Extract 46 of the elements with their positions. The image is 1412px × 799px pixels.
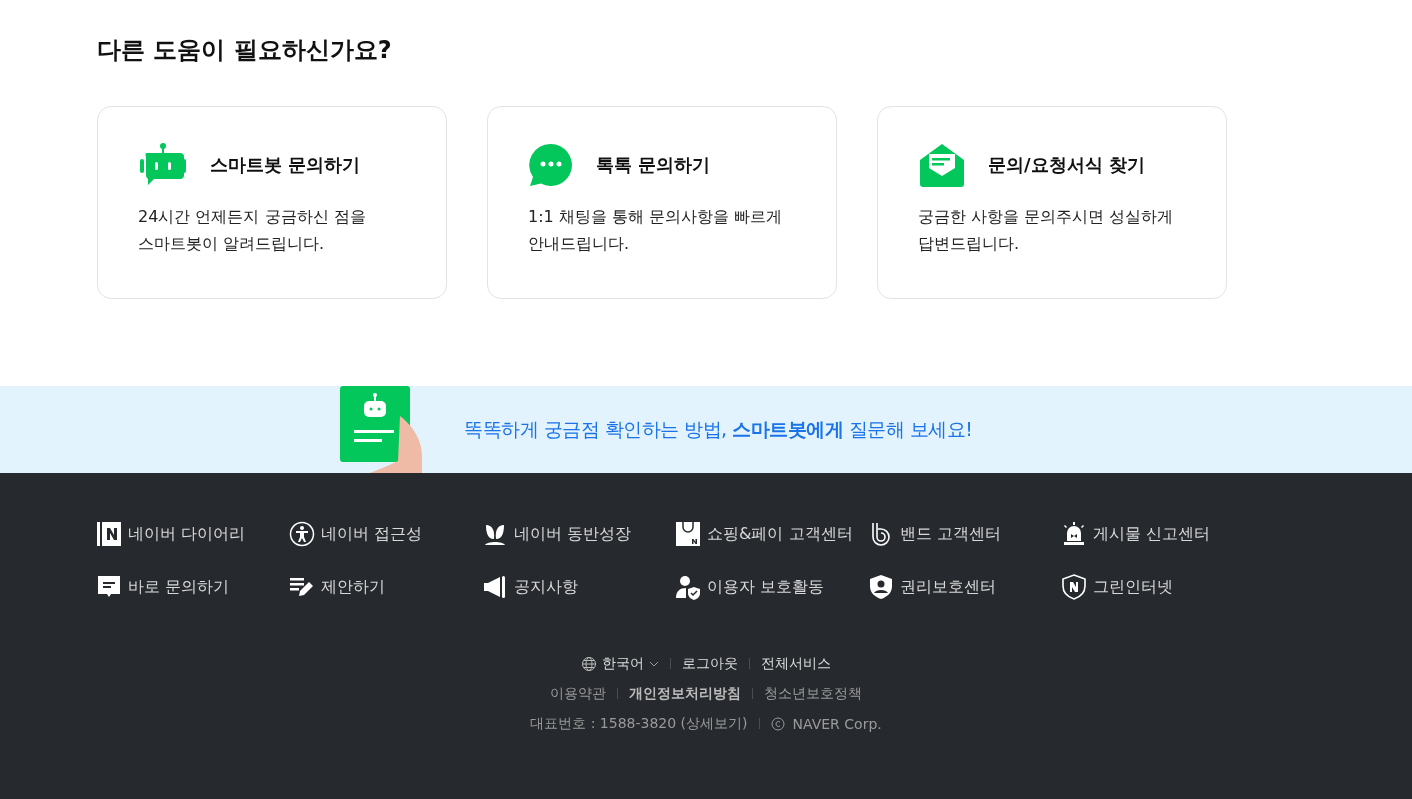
bag-icon xyxy=(675,521,701,547)
caret-icon xyxy=(649,660,659,667)
copyright-text: NAVER Corp. xyxy=(792,715,882,732)
card-description: 1:1 채팅을 통해 문의사항을 빠르게 안내드립니다. xyxy=(528,206,784,255)
footer-link[interactable]: 밴드 고객센터 xyxy=(868,521,1061,547)
footer-link[interactable]: 공지사항 xyxy=(482,574,675,600)
phone-number-link[interactable]: 대표번호 : 1588-3820 (상세보기) xyxy=(530,714,748,733)
policy-link[interactable]: 이용약관 xyxy=(550,684,606,703)
footer-link[interactable]: 네이버 접근성 xyxy=(289,521,482,547)
policy-link[interactable]: 청소년보호정책 xyxy=(764,684,862,703)
robot-icon xyxy=(138,142,188,188)
diary-icon xyxy=(96,521,122,547)
card-title: 문의/요청서식 찾기 xyxy=(988,153,1145,177)
promo-banner[interactable]: 똑똑하게 궁금점 확인하는 방법, 스마트봇에게 질문해 보세요! xyxy=(0,386,1412,473)
footer-link[interactable]: 바로 문의하기 xyxy=(96,574,289,600)
footer-link[interactable]: 네이버 다이어리 xyxy=(96,521,289,547)
globe-icon xyxy=(581,655,597,672)
footer-link[interactable]: 제안하기 xyxy=(289,574,482,600)
footer-link[interactable]: 그린인터넷 xyxy=(1061,574,1254,600)
chat-bubble-icon xyxy=(528,142,574,188)
accessibility-icon xyxy=(289,521,315,547)
badge-icon xyxy=(1061,574,1087,600)
footer-link[interactable]: 네이버 동반성장 xyxy=(482,521,675,547)
help-card[interactable]: 톡톡 문의하기 1:1 채팅을 통해 문의사항을 빠르게 안내드립니다. xyxy=(487,106,837,299)
help-card[interactable]: 문의/요청서식 찾기 궁금한 사항을 문의주시면 성실하게 답변드립니다. xyxy=(877,106,1227,299)
card-title: 스마트봇 문의하기 xyxy=(210,153,361,177)
help-card[interactable]: 스마트봇 문의하기 24시간 언제든지 궁금하신 점을 스마트봇이 알려드립니다. xyxy=(97,106,447,299)
language-selector[interactable]: 한국어 xyxy=(581,654,659,673)
copyright-icon xyxy=(770,716,785,731)
footer-link[interactable]: 권리보호센터 xyxy=(868,574,1061,600)
envelope-icon xyxy=(918,142,966,188)
card-description: 궁금한 사항을 문의주시면 성실하게 답변드립니다. xyxy=(918,206,1175,255)
shield-icon xyxy=(868,574,894,600)
card-title: 톡톡 문의하기 xyxy=(596,153,711,177)
megaphone-icon xyxy=(482,574,508,600)
policy-link[interactable]: 개인정보처리방침 xyxy=(629,684,741,703)
card-description: 24시간 언제든지 궁금하신 점을 스마트봇이 알려드립니다. xyxy=(138,206,367,255)
banner-text: 똑똑하게 궁금점 확인하는 방법, 스마트봇에게 질문해 보세요! xyxy=(464,416,973,442)
section-heading: 다른 도움이 필요하신가요? xyxy=(97,35,393,66)
footer-link[interactable]: 쇼핑&페이 고객센터 xyxy=(675,521,868,547)
footer-nav-link[interactable]: 로그아웃 xyxy=(682,654,738,673)
footer-link[interactable]: 게시물 신고센터 xyxy=(1061,521,1254,547)
user-shield-icon xyxy=(675,574,701,600)
footer-nav-link[interactable]: 전체서비스 xyxy=(761,654,831,673)
siren-icon xyxy=(1061,521,1087,547)
footer-link[interactable]: 이용자 보호활동 xyxy=(675,574,868,600)
